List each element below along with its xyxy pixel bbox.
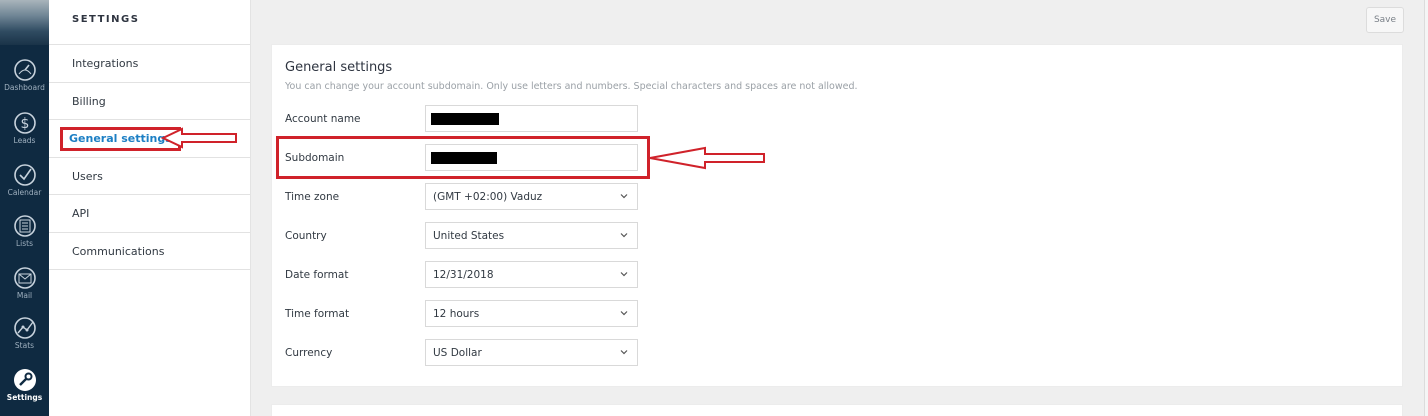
form-row-account-name: Account name [272, 105, 1402, 133]
account-name-input[interactable] [425, 105, 638, 132]
mail-icon [13, 267, 36, 289]
settings-menu: SETTINGS Integrations Billing General se… [49, 0, 251, 416]
form-row-date-format: Date format 12/31/2018 [272, 261, 1402, 289]
select-value: United States [433, 230, 505, 242]
card-subtitle: You can change your account subdomain. O… [285, 81, 858, 92]
account-name-label: Account name [285, 113, 361, 125]
nav-item-mail[interactable]: Mail [0, 266, 49, 300]
time-zone-select[interactable]: (GMT +02:00) Vaduz [425, 183, 638, 210]
settings-menu-item-api[interactable]: API [49, 195, 250, 233]
select-value: (GMT +02:00) Vaduz [433, 191, 543, 203]
main-navigation: Dashboard $ Leads Calendar Lists Mail St… [0, 0, 49, 416]
nav-item-dashboard[interactable]: Dashboard [0, 58, 49, 92]
date-format-label: Date format [285, 269, 349, 281]
chevron-down-icon [620, 311, 628, 316]
select-value: 12 hours [433, 308, 480, 320]
select-value: 12/31/2018 [433, 269, 494, 281]
country-select[interactable]: United States [425, 222, 638, 249]
settings-menu-item-users[interactable]: Users [49, 158, 250, 195]
list-icon [13, 215, 36, 237]
scrollbar[interactable] [1424, 0, 1428, 416]
logo[interactable] [0, 0, 49, 45]
nav-item-stats[interactable]: Stats [0, 316, 49, 350]
chevron-down-icon [620, 194, 628, 199]
redaction-mark [431, 113, 499, 125]
annotation-arrow-left-icon [649, 146, 765, 170]
svg-text:$: $ [20, 116, 29, 132]
time-format-label: Time format [285, 308, 350, 320]
card-title: General settings [285, 60, 393, 75]
time-zone-label: Time zone [285, 191, 340, 203]
nav-item-calendar[interactable]: Calendar [0, 163, 49, 197]
form-row-currency: Currency US Dollar [272, 339, 1402, 367]
nav-label: Mail [16, 291, 33, 300]
chevron-down-icon [620, 272, 628, 277]
dollar-icon: $ [13, 112, 36, 134]
nav-label: Lists [15, 239, 34, 248]
chevron-down-icon [620, 350, 628, 355]
date-format-select[interactable]: 12/31/2018 [425, 261, 638, 288]
nav-label: Stats [14, 341, 35, 350]
chevron-down-icon [620, 233, 628, 238]
form-row-country: Country United States [272, 222, 1402, 250]
wrench-icon [13, 369, 36, 391]
form-row-time-zone: Time zone (GMT +02:00) Vaduz [272, 183, 1402, 211]
settings-menu-item-billing[interactable]: Billing [49, 83, 250, 120]
nav-item-lists[interactable]: Lists [0, 214, 49, 248]
country-label: Country [285, 230, 327, 242]
nav-item-settings[interactable]: Settings [0, 368, 49, 402]
select-value: US Dollar [433, 347, 482, 359]
annotation-arrow-left-icon [160, 127, 237, 149]
nav-item-leads[interactable]: $ Leads [0, 111, 49, 145]
nav-label: Leads [13, 136, 36, 145]
settings-title: SETTINGS [49, 0, 250, 45]
time-format-select[interactable]: 12 hours [425, 300, 638, 327]
general-settings-card: General settings You can change your acc… [271, 44, 1403, 387]
next-section-card [271, 404, 1403, 416]
dashboard-icon [13, 59, 36, 81]
annotation-highlight-box [276, 136, 650, 179]
nav-label: Dashboard [4, 83, 45, 92]
stats-icon [13, 317, 36, 339]
currency-label: Currency [285, 347, 333, 359]
settings-menu-item-communications[interactable]: Communications [49, 233, 250, 270]
save-button[interactable]: Save [1366, 7, 1404, 33]
settings-menu-item-integrations[interactable]: Integrations [49, 45, 250, 83]
nav-label: Settings [6, 393, 43, 402]
currency-select[interactable]: US Dollar [425, 339, 638, 366]
nav-label: Calendar [7, 188, 42, 197]
check-circle-icon [13, 164, 36, 186]
form-row-time-format: Time format 12 hours [272, 300, 1402, 328]
